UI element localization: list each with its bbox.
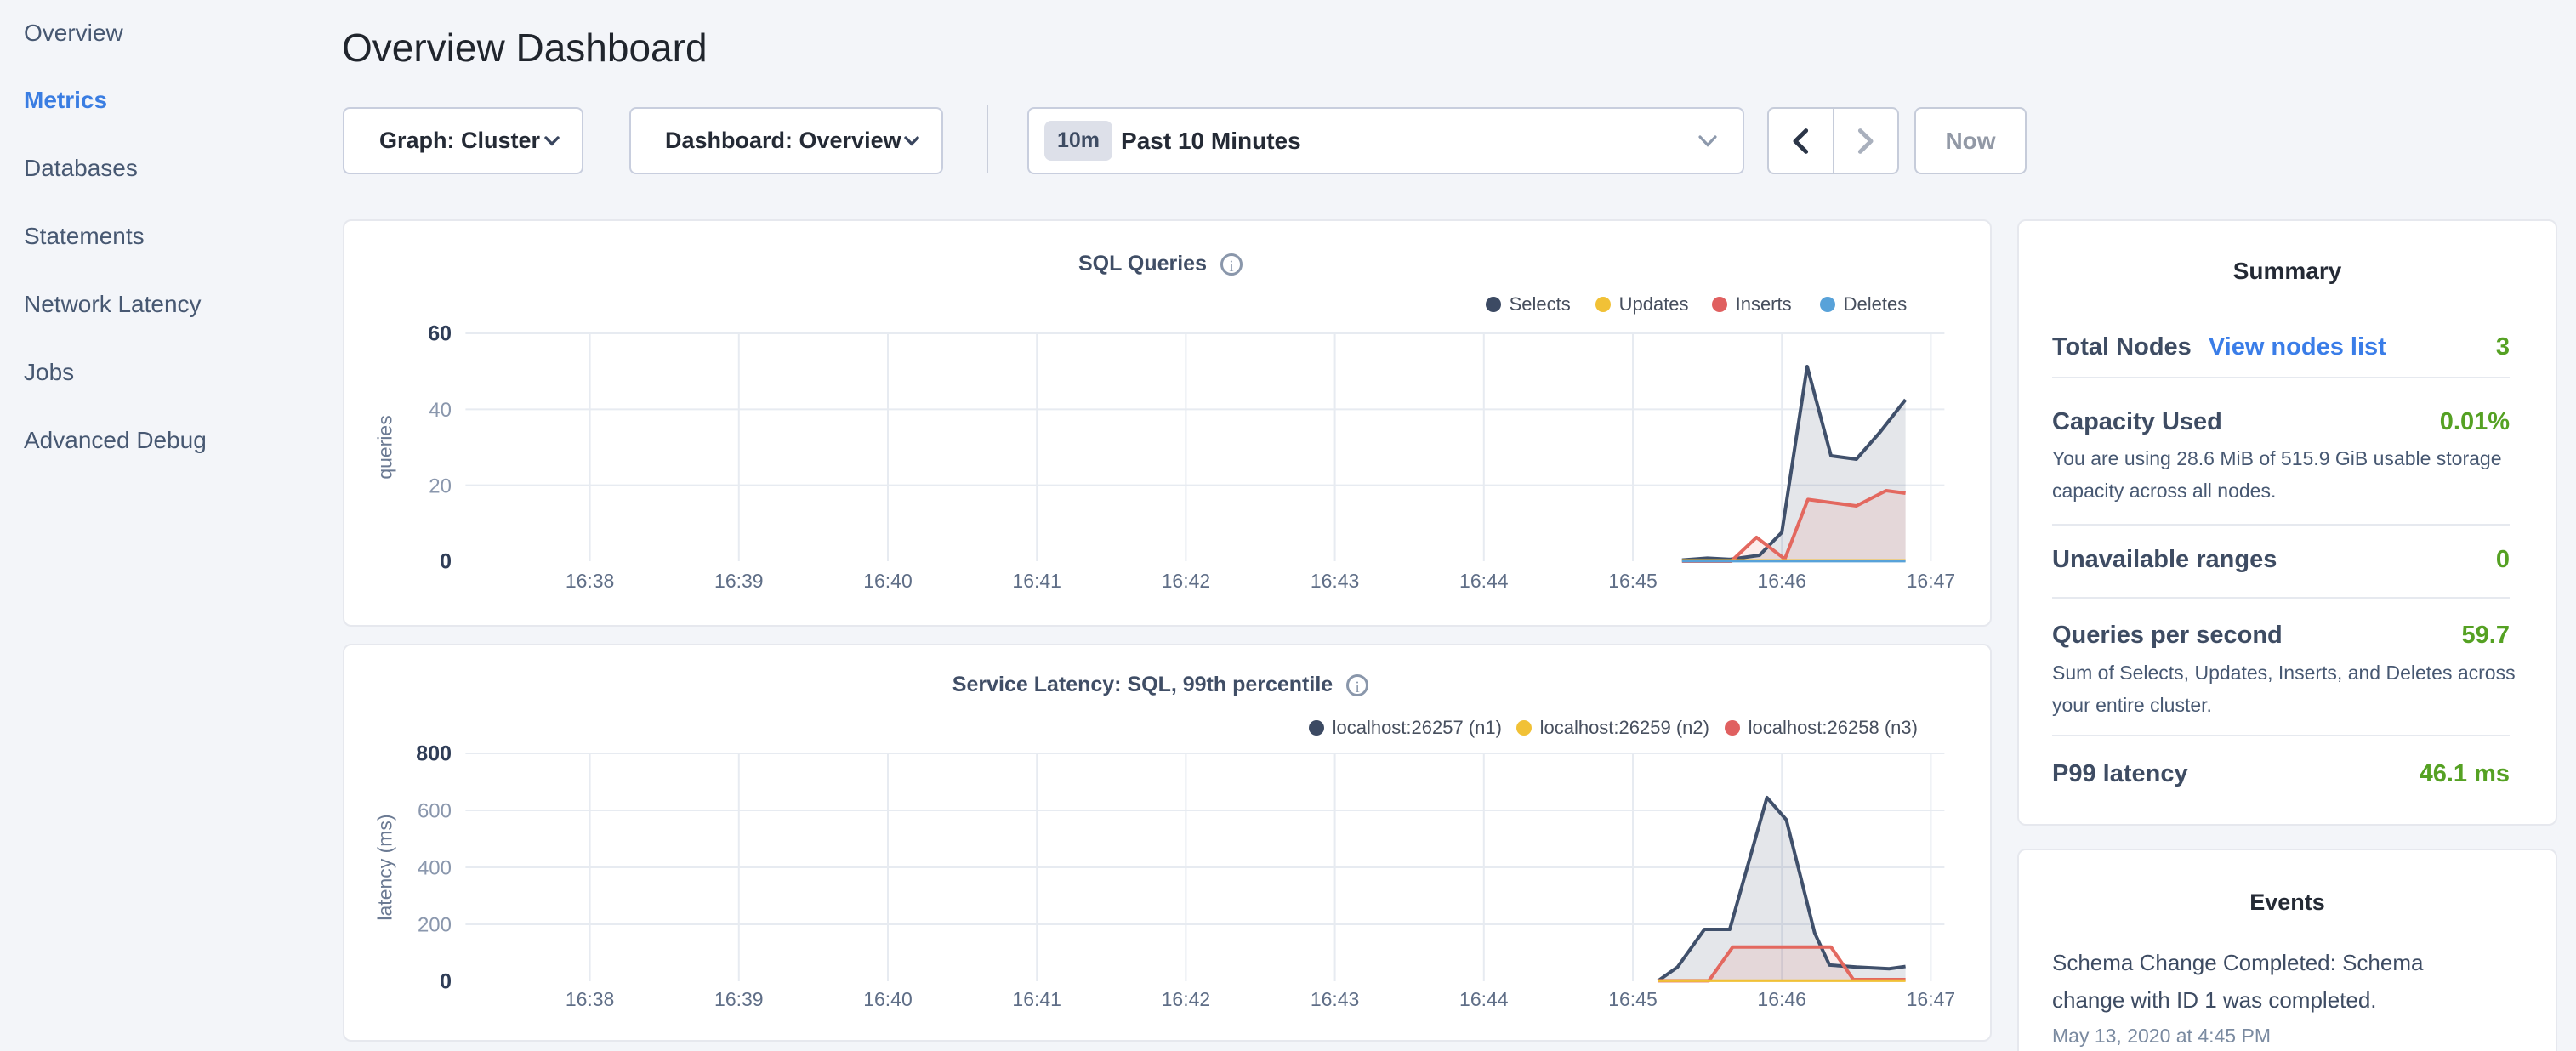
svg-text:60: 60 [428,322,452,346]
svg-text:16:39: 16:39 [714,988,764,1010]
svg-text:20: 20 [429,474,452,497]
svg-text:400: 400 [418,857,452,880]
svg-text:16:45: 16:45 [1608,570,1658,592]
svg-text:0: 0 [440,550,452,574]
svg-text:16:44: 16:44 [1459,988,1509,1010]
svg-text:16:41: 16:41 [1012,988,1061,1010]
svg-text:16:44: 16:44 [1459,570,1509,592]
svg-text:16:39: 16:39 [714,570,764,592]
svg-text:16:42: 16:42 [1161,988,1210,1010]
svg-text:200: 200 [418,914,452,937]
svg-text:queries: queries [373,415,395,479]
svg-text:16:46: 16:46 [1757,988,1806,1010]
svg-text:600: 600 [418,800,452,823]
svg-text:16:38: 16:38 [565,570,614,592]
svg-text:latency (ms): latency (ms) [373,814,395,920]
svg-text:40: 40 [429,399,452,422]
svg-text:16:43: 16:43 [1310,988,1359,1010]
svg-text:16:42: 16:42 [1161,570,1210,592]
svg-text:16:41: 16:41 [1012,570,1061,592]
svg-text:16:47: 16:47 [1906,570,1955,592]
svg-text:16:43: 16:43 [1310,570,1359,592]
svg-text:16:47: 16:47 [1906,988,1955,1010]
svg-text:16:45: 16:45 [1608,988,1658,1010]
svg-text:16:46: 16:46 [1757,570,1806,592]
svg-text:16:40: 16:40 [863,570,913,592]
svg-text:800: 800 [416,742,452,766]
svg-text:16:38: 16:38 [565,988,614,1010]
svg-text:16:40: 16:40 [863,988,913,1010]
svg-text:0: 0 [440,970,452,994]
